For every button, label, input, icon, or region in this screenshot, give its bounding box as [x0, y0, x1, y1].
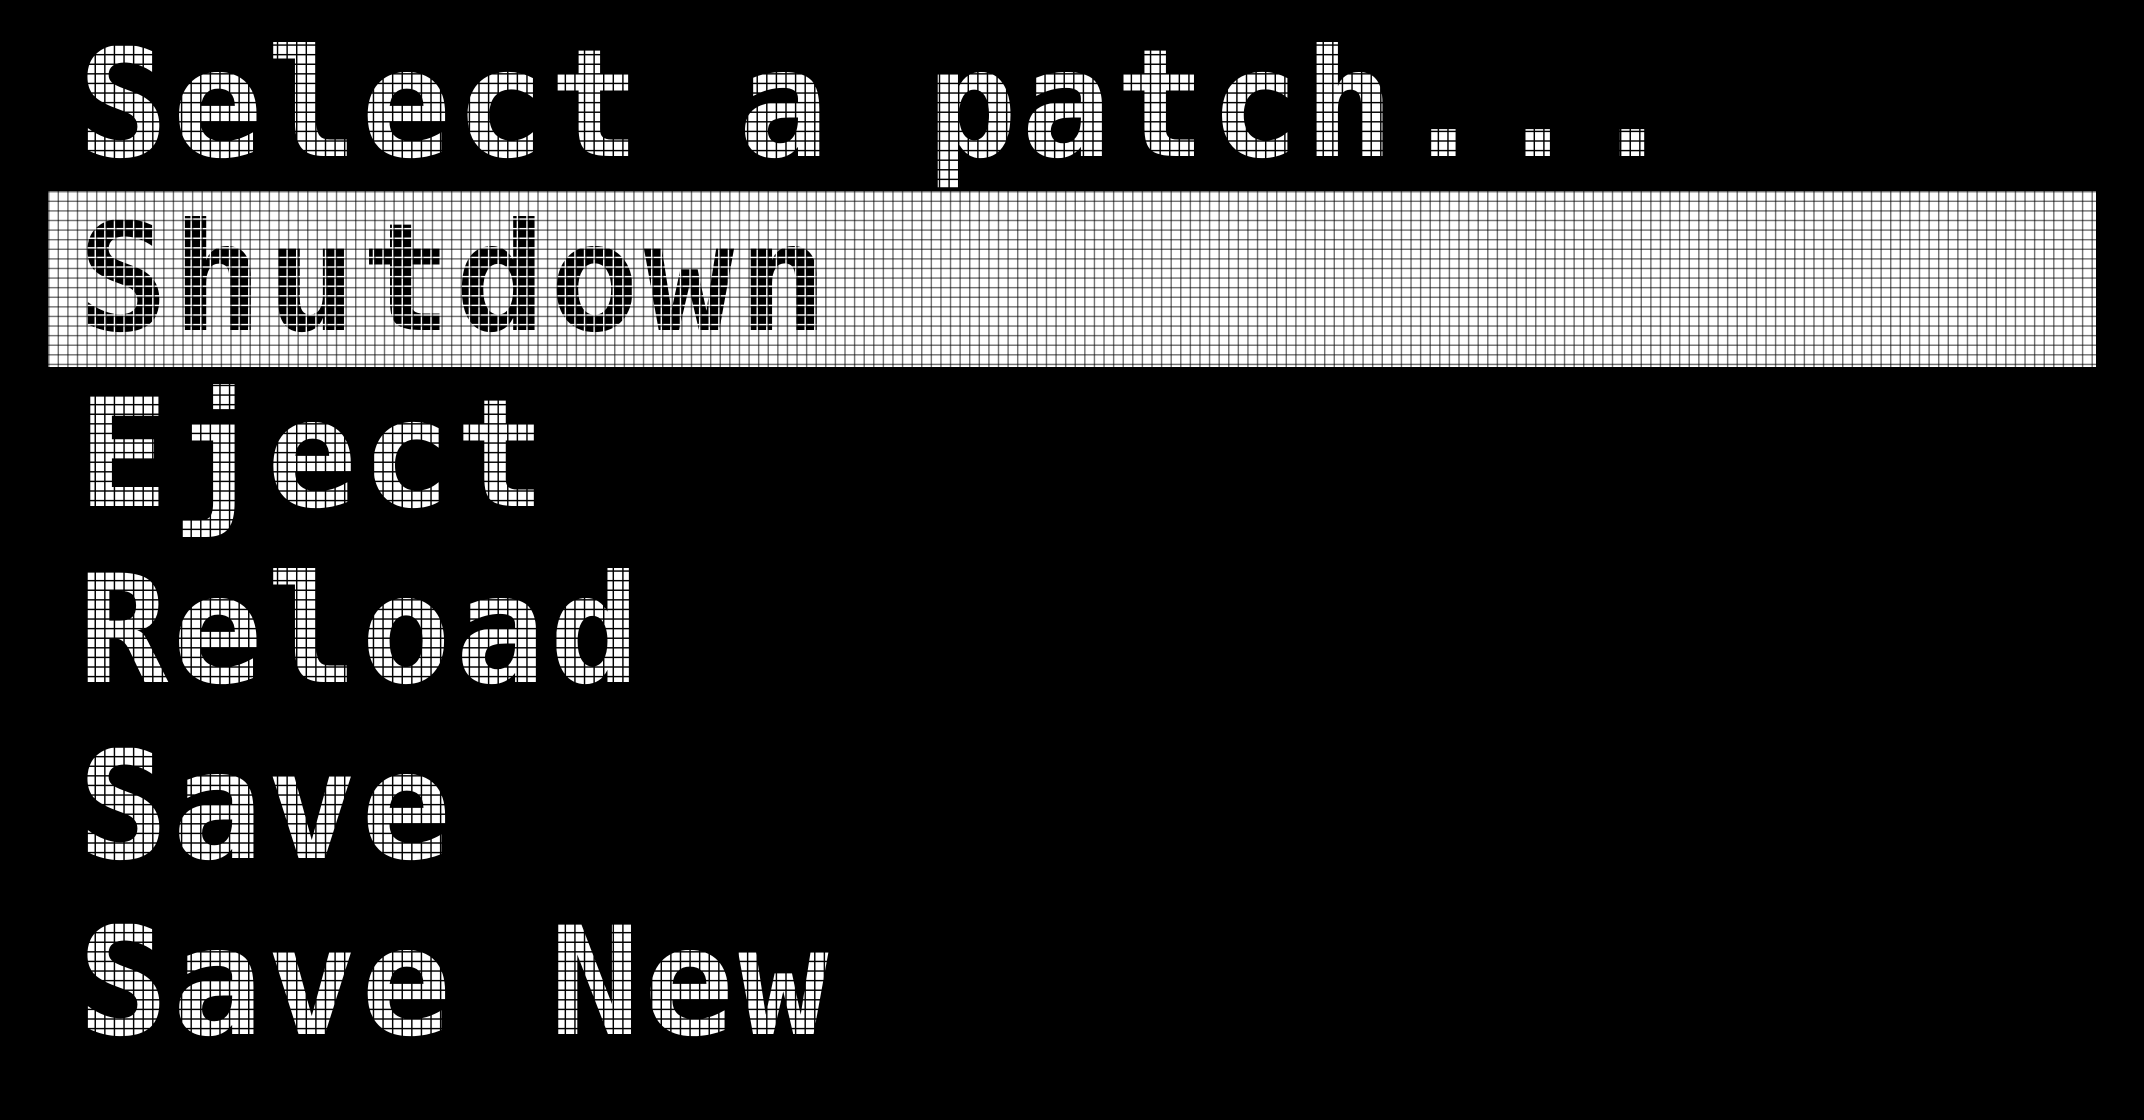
menu-item-label: Shutdown: [78, 192, 833, 366]
menu-item-label: Save New: [78, 896, 833, 1070]
menu-item-label: Eject: [78, 368, 550, 542]
menu-item-eject[interactable]: Eject: [48, 367, 2096, 543]
menu-title-text: Select a patch...: [78, 18, 1682, 192]
menu-item-save[interactable]: Save: [48, 719, 2096, 895]
menu-item-shutdown[interactable]: Shutdown: [48, 191, 2096, 367]
menu-item-save-new[interactable]: Save New: [48, 895, 2096, 1071]
menu-title: Select a patch...: [48, 17, 2096, 193]
menu-item-label: Reload: [78, 544, 644, 718]
menu-item-reload[interactable]: Reload: [48, 543, 2096, 719]
menu-item-label: Save: [78, 720, 456, 894]
oled-display: Select a patch... Shutdown Eject Reload …: [0, 0, 2144, 1120]
